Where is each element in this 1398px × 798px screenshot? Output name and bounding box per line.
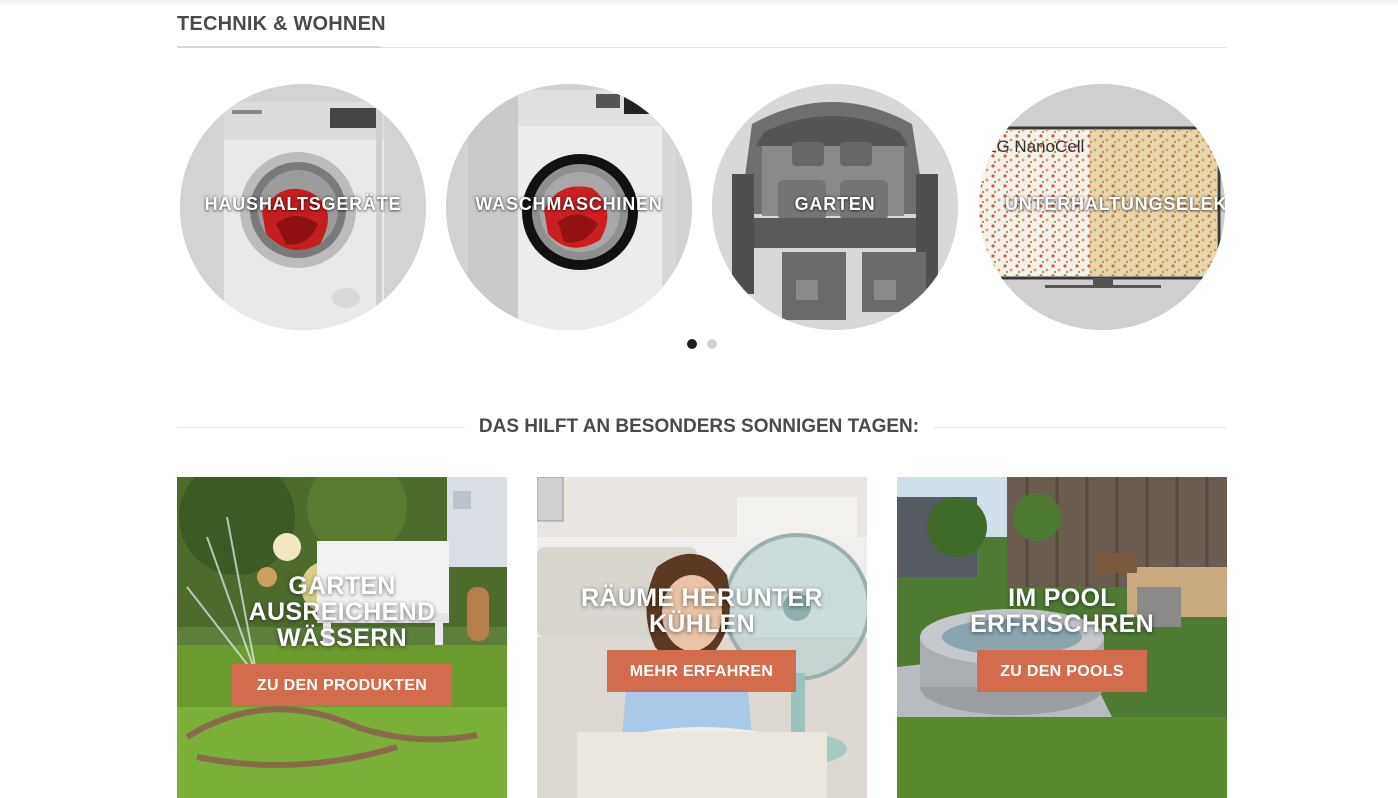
section-title: TECHNIK & WOHNEN xyxy=(177,13,386,35)
promo-heading: DAS HILFT AN BESONDERS SONNIGEN TAGEN: xyxy=(0,416,1398,438)
category-unterhaltungselektronik[interactable]: LG NanoCell UNTERHALTUNGSELEKT xyxy=(979,84,1225,330)
promo-title: GARTEN AUSREICHEND WÄSSERN xyxy=(248,572,436,652)
promo-title: IM POOL ERFRISCHREN xyxy=(970,584,1154,638)
category-label: GARTEN xyxy=(794,194,876,214)
promo-title: RÄUME HERUNTER KÜHLEN xyxy=(581,584,823,638)
zu-den-produkten-button[interactable]: ZU DEN PRODUKTEN xyxy=(232,664,452,706)
category-label: HAUSHALTSGERÄTE xyxy=(204,194,402,214)
category-label: UNTERHALTUNGSELEKT xyxy=(1005,194,1225,214)
mehr-erfahren-button[interactable]: MEHR ERFAHREN xyxy=(607,650,796,692)
svg-text:LG NanoCell: LG NanoCell xyxy=(987,137,1084,156)
category-garten[interactable]: GARTEN xyxy=(712,84,958,330)
promo-im-pool[interactable]: IM POOL ERFRISCHREN ZU DEN POOLS xyxy=(897,477,1227,798)
carousel-dot-2[interactable] xyxy=(707,339,717,349)
carousel-pagination xyxy=(687,339,717,349)
section-title-underline xyxy=(177,46,380,48)
zu-den-pools-button[interactable]: ZU DEN POOLS xyxy=(977,650,1147,692)
promo-garten[interactable]: GARTEN AUSREICHEND WÄSSERN ZU DEN PRODUK… xyxy=(177,477,507,798)
category-haushaltsgeraete[interactable]: HAUSHALTSGERÄTE xyxy=(180,84,426,330)
promo-raeume-kuehlen[interactable]: RÄUME HERUNTER KÜHLEN MEHR ERFAHREN xyxy=(537,477,867,798)
category-label: WASCHMASCHINEN xyxy=(475,194,663,214)
carousel-dot-1[interactable] xyxy=(687,339,697,349)
top-shadow xyxy=(0,0,1398,6)
category-waschmaschinen[interactable]: WASCHMASCHINEN xyxy=(446,84,692,330)
